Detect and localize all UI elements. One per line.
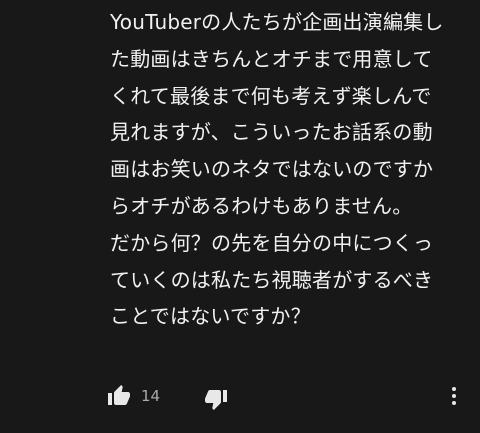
comment-line: 画はお笑いのネタではないのですか (110, 157, 434, 182)
thumbs-down-icon (205, 390, 227, 410)
comment-line: だから何？の先を自分の中につくっ (110, 230, 434, 255)
more-options-button[interactable] (442, 384, 466, 408)
comment-line: 見れますが、こういったお話系の動 (110, 120, 433, 145)
like-count: 14 (141, 387, 161, 405)
dislike-button[interactable] (204, 387, 228, 411)
comment-line: らオチがあるわけもありません。 (110, 193, 413, 218)
comment-line: YouTuberの人たちが企画出演編集し (110, 10, 444, 34)
comment-action-bar: 14 (0, 378, 480, 414)
comment-line: ことではないですか？ (110, 304, 311, 329)
more-vertical-icon (452, 387, 456, 405)
comment-text: YouTuberの人たちが企画出演編集し た動画はきちんとオチまで用意して くれ… (110, 4, 472, 335)
thumbs-up-icon (108, 385, 130, 405)
comment-line: ていくのは私たち視聴者がするべき (110, 267, 434, 292)
comment-line: くれて最後まで何も考えず楽しんで (110, 83, 432, 108)
comment-line: た動画はきちんとオチまで用意して (110, 46, 433, 71)
like-button[interactable] (107, 384, 131, 408)
